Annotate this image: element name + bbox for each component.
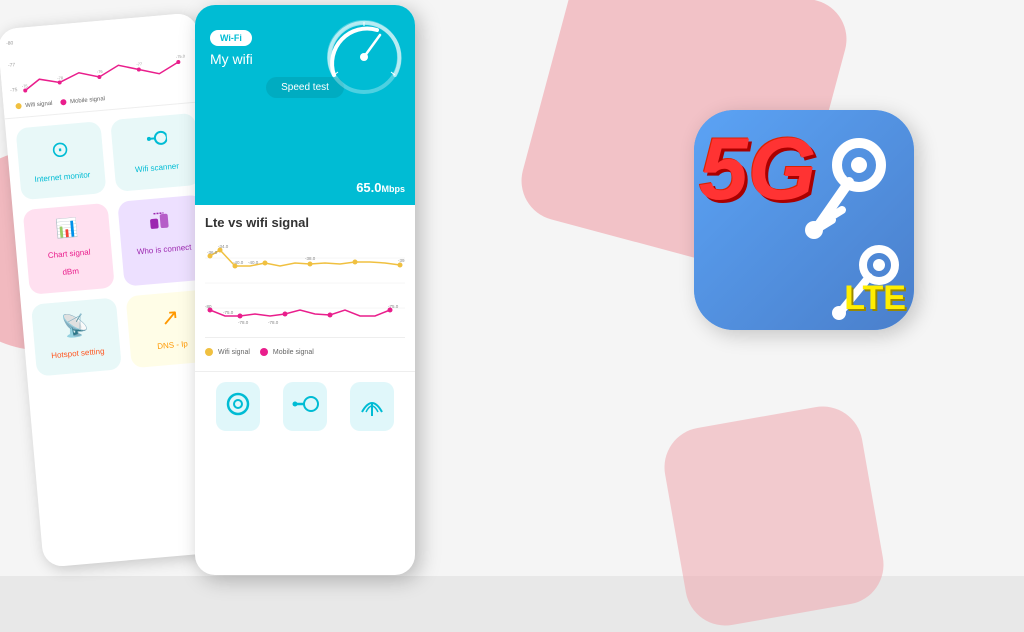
svg-text:-40.0: -40.0: [248, 260, 259, 265]
legend-wifi: Wifi signal: [15, 100, 52, 110]
speedometer: [322, 15, 407, 105]
svg-text:-78.0: -78.0: [268, 320, 279, 325]
svg-text:-75.0: -75.0: [176, 53, 186, 59]
hotspot-icon: 📡: [40, 310, 111, 342]
bg-decoration-right2: [658, 400, 890, 632]
menu-chart-signal[interactable]: 📊 Chart signaldBm: [23, 203, 115, 295]
svg-text:-76: -76: [97, 69, 104, 75]
lte-chart: -36.0 -34.0 -40.0 -40.0 -38.0 -39.0 -80 …: [205, 238, 405, 338]
wifi-title: My wifi: [210, 51, 253, 67]
menu-wifi-scanner[interactable]: Wifi scanner: [110, 113, 201, 192]
svg-text:-40.0: -40.0: [233, 260, 244, 265]
left-menu-grid: ⊙ Internet monitor Wifi scanner 📊 Chart …: [5, 102, 228, 387]
menu-internet-monitor[interactable]: ⊙ Internet monitor: [16, 121, 107, 200]
nav-internet-monitor[interactable]: [216, 382, 260, 431]
legend-mobile: Mobile signal: [60, 96, 105, 106]
svg-text:-75: -75: [10, 87, 18, 94]
svg-text:-36.0: -36.0: [207, 250, 218, 255]
menu-hotspot[interactable]: 📡 Hotspot setting: [31, 297, 122, 376]
nav-signal[interactable]: [350, 382, 394, 431]
app-icon-container: 5G LTE: [694, 110, 944, 360]
svg-text:-39.0: -39.0: [398, 258, 405, 263]
svg-text:-75: -75: [22, 83, 29, 89]
chart-signal-icon: 📊: [32, 215, 103, 242]
app-icon[interactable]: 5G LTE: [694, 110, 914, 330]
center-content: Lte vs wifi signal -36.0 -34.0: [195, 205, 415, 371]
svg-text:-78: -78: [57, 75, 64, 81]
nav-wifi-scanner[interactable]: [283, 382, 327, 431]
speed-display: 65.0Mbps: [356, 180, 405, 195]
legend-wifi-item: Wifi signal: [205, 348, 250, 356]
center-chart-legend: Wifi signal Mobile signal: [205, 343, 405, 361]
phone-center: Wi-Fi My wifi Speed test 65.0Mbp: [195, 5, 415, 575]
svg-text:-77: -77: [136, 61, 143, 67]
svg-text:-80: -80: [205, 304, 212, 309]
svg-text:-75.0: -75.0: [223, 310, 234, 315]
wifi-scanner-icon: [119, 125, 190, 156]
svg-text:-77: -77: [8, 62, 16, 69]
lte-vs-wifi-title: Lte vs wifi signal: [205, 215, 405, 230]
svg-text:-34.0: -34.0: [218, 244, 229, 249]
app-icon-5g-label: 5G: [699, 125, 816, 213]
left-chart-area: -80 -77 -75 -75 -78 -76 -77 -75.0 Wifi s…: [0, 12, 204, 119]
svg-text:-80: -80: [6, 40, 14, 47]
who-connected-icon: [126, 207, 197, 238]
app-icon-lte-label: LTE: [844, 279, 906, 318]
internet-monitor-icon: ⊙: [25, 134, 96, 166]
center-header: Wi-Fi My wifi Speed test 65.0Mbp: [195, 5, 415, 205]
svg-text:-38.0: -38.0: [305, 256, 316, 261]
legend-mobile-item: Mobile signal: [260, 348, 314, 356]
left-chart-svg: -80 -77 -75 -75 -78 -76 -77 -75.0: [6, 21, 191, 96]
svg-text:-78.0: -78.0: [238, 320, 249, 325]
bottom-nav: [195, 371, 415, 441]
wifi-badge: Wi-Fi: [210, 30, 252, 46]
svg-text:-75.0: -75.0: [388, 304, 399, 309]
